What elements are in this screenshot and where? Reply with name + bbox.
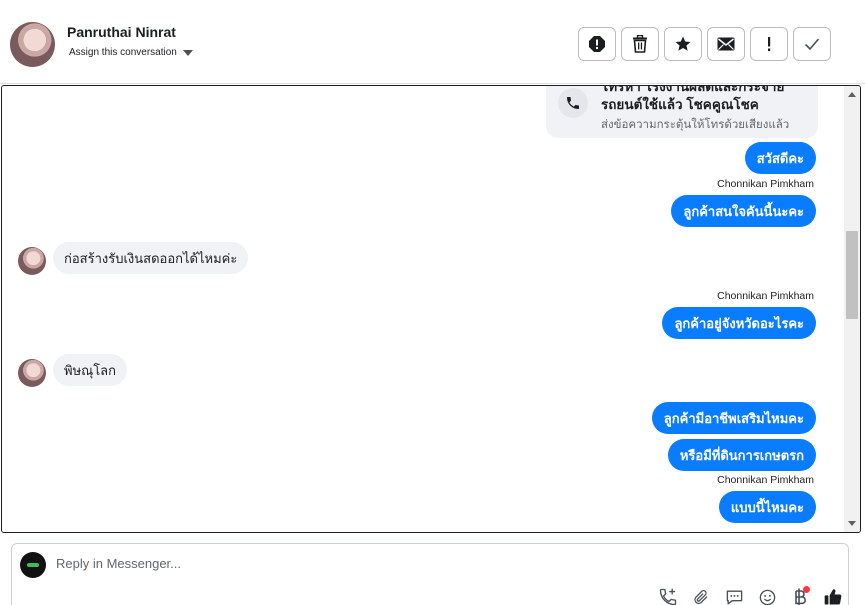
contact-name[interactable]: Panruthai Ninrat: [67, 24, 176, 40]
mark-unread-button[interactable]: [707, 27, 745, 61]
message-outgoing[interactable]: ลูกค้าสนใจคันนี้นะคะ: [671, 195, 816, 227]
contact-avatar-small[interactable]: [18, 247, 46, 275]
composer-tools: [657, 586, 844, 605]
phone-icon: [558, 88, 588, 118]
paperclip-icon[interactable]: [690, 586, 712, 605]
message-incoming[interactable]: พิษณุโลก: [53, 354, 128, 386]
scroll-down-arrow-icon[interactable]: [848, 521, 856, 526]
thumbs-up-icon[interactable]: [822, 586, 844, 605]
star-button[interactable]: [664, 27, 702, 61]
star-icon: [675, 36, 691, 51]
conversation-header: Panruthai Ninrat Assign this conversatio…: [0, 0, 865, 84]
call-card-subtitle: ส่งข้อความกระตุ้นให้โทรด้วยเสียงแล้ว: [601, 119, 790, 131]
exclamation-icon: [768, 37, 771, 51]
sender-name: Chonnikan Pimkham: [717, 474, 814, 486]
mail-icon: [717, 37, 735, 51]
mark-important-button[interactable]: [750, 27, 788, 61]
mark-done-button[interactable]: [793, 27, 831, 61]
message-thread[interactable]: โทรหา โรงงานผลิตและกระจายรถยนต์ใช้แล้ว โ…: [1, 85, 861, 533]
scroll-thumb[interactable]: [846, 231, 858, 319]
contact-avatar[interactable]: [10, 22, 55, 67]
trash-icon: [633, 35, 647, 53]
assign-conversation-dropdown[interactable]: Assign this conversation: [69, 47, 193, 58]
page-avatar: [20, 552, 46, 578]
reply-input[interactable]: [56, 556, 616, 571]
message-incoming[interactable]: ก่อสร้างรับเงินสดออกได้ไหมค่ะ: [53, 242, 249, 274]
call-card-title: โทรหา โรงงานผลิตและกระจายรถยนต์ใช้แล้ว โ…: [601, 85, 785, 112]
notification-dot: [803, 586, 810, 593]
alert-icon: [589, 36, 605, 52]
sender-name: Chonnikan Pimkham: [717, 178, 814, 190]
add-call-icon[interactable]: [657, 586, 679, 605]
mark-spam-button[interactable]: [578, 27, 616, 61]
delete-button[interactable]: [621, 27, 659, 61]
check-icon: [804, 38, 820, 51]
scroll-up-arrow-icon[interactable]: [848, 92, 856, 97]
assign-label: Assign this conversation: [69, 47, 177, 58]
contact-avatar-small[interactable]: [18, 359, 46, 387]
chat-bubble-icon[interactable]: [723, 586, 745, 605]
emoji-icon[interactable]: [756, 586, 778, 605]
reply-composer: [11, 543, 849, 605]
sender-name: Chonnikan Pimkham: [717, 290, 814, 302]
call-prompt-card[interactable]: โทรหา โรงงานผลิตและกระจายรถยนต์ใช้แล้ว โ…: [546, 85, 818, 138]
message-outgoing[interactable]: แบบนี้ไหมคะ: [718, 491, 816, 523]
baht-icon[interactable]: [789, 586, 811, 605]
header-actions: [578, 27, 831, 61]
message-outgoing[interactable]: สวัสดีคะ: [744, 142, 816, 174]
message-outgoing[interactable]: ลูกค้ามีอาชีพเสริมไหมคะ: [651, 402, 816, 434]
scrollbar[interactable]: [844, 86, 860, 532]
caret-down-icon: [182, 49, 193, 56]
message-outgoing[interactable]: หรือมีที่ดินการเกษตรก: [667, 439, 816, 471]
message-outgoing[interactable]: ลูกค้าอยู่จังหวัดอะไรคะ: [662, 307, 816, 339]
